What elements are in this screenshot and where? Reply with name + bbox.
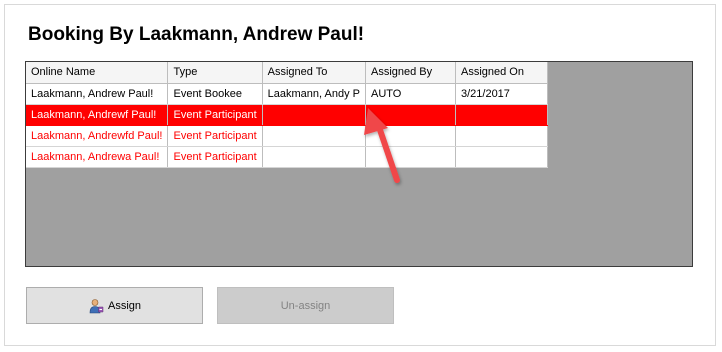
- column-header-assigned-by[interactable]: Assigned By: [365, 62, 456, 84]
- cell-type[interactable]: Event Participant: [167, 146, 263, 168]
- cell-online-name[interactable]: Laakmann, Andrew Paul!: [26, 83, 169, 105]
- cell-type[interactable]: Event Participant: [167, 125, 263, 147]
- cell-assigned-on[interactable]: [455, 125, 548, 147]
- cell-assigned-on[interactable]: 3/21/2017: [455, 83, 548, 105]
- cell-type[interactable]: Event Bookee: [167, 83, 263, 105]
- assignment-grid: Online Name Type Assigned To Assigned By…: [25, 61, 693, 267]
- table-row[interactable]: Laakmann, Andrewfd Paul! Event Participa…: [26, 125, 548, 147]
- grid-header-row: Online Name Type Assigned To Assigned By…: [26, 62, 548, 84]
- cell-assigned-by[interactable]: AUTO: [365, 83, 456, 105]
- page-title: Booking By Laakmann, Andrew Paul!: [28, 24, 365, 45]
- cell-assigned-on[interactable]: [455, 104, 548, 126]
- cell-online-name[interactable]: Laakmann, Andrewfd Paul!: [26, 125, 169, 147]
- unassign-button[interactable]: Un-assign: [217, 287, 394, 324]
- cell-assigned-to[interactable]: Laakmann, Andy P: [262, 83, 366, 105]
- cell-assigned-to[interactable]: [262, 104, 366, 126]
- column-header-assigned-on[interactable]: Assigned On: [455, 62, 548, 84]
- table-row[interactable]: Laakmann, Andrewa Paul! Event Participan…: [26, 146, 548, 168]
- unassign-button-label: Un-assign: [280, 299, 331, 312]
- cell-online-name[interactable]: Laakmann, Andrewf Paul!: [26, 104, 169, 126]
- cell-type[interactable]: Event Participant: [167, 104, 263, 126]
- column-header-assigned-to[interactable]: Assigned To: [262, 62, 366, 84]
- cell-assigned-to[interactable]: [262, 125, 366, 147]
- column-header-online-name[interactable]: Online Name: [26, 62, 169, 84]
- assign-button-label: Assign: [107, 299, 142, 312]
- cell-online-name[interactable]: Laakmann, Andrewa Paul!: [26, 146, 169, 168]
- table-row-selected[interactable]: Laakmann, Andrewf Paul! Event Participan…: [26, 104, 548, 126]
- assign-button[interactable]: Assign: [26, 287, 203, 324]
- cell-assigned-to[interactable]: [262, 146, 366, 168]
- table-row[interactable]: Laakmann, Andrew Paul! Event Bookee Laak…: [26, 83, 548, 105]
- cell-assigned-on[interactable]: [455, 146, 548, 168]
- annotation-arrow-icon: [364, 108, 400, 183]
- user-assign-icon: [89, 298, 104, 313]
- assignment-table: Online Name Type Assigned To Assigned By…: [26, 62, 548, 168]
- column-header-type[interactable]: Type: [167, 62, 263, 84]
